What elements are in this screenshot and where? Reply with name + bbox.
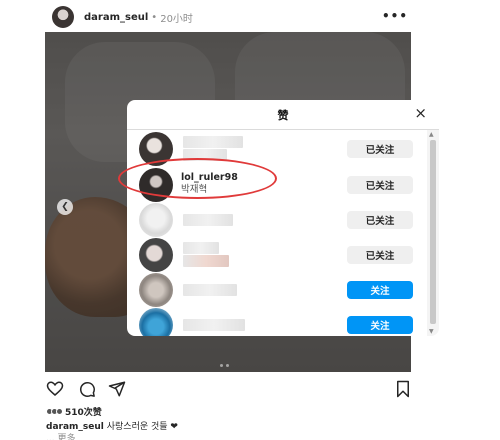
list-item[interactable]: 已关注 [127,203,425,237]
follow-button[interactable]: 关注 [347,281,413,299]
list-item[interactable]: 关注 [127,308,425,336]
author-avatar[interactable] [52,6,74,28]
following-button[interactable]: 已关注 [347,211,413,229]
post-actions [44,380,416,400]
user-avatar[interactable] [139,203,173,237]
heart-icon[interactable] [46,380,64,398]
bookmark-icon[interactable] [394,380,412,398]
blurred-username [183,136,243,148]
modal-title: 赞 [277,108,289,122]
blurred-username [183,319,245,331]
following-button[interactable]: 已关注 [347,140,413,158]
more-link[interactable]: ... 更多 [46,431,75,440]
blurred-fullname [183,255,229,267]
user-avatar[interactable] [139,273,173,307]
following-button[interactable]: 已关注 [347,246,413,264]
scroll-up-icon[interactable]: ▲ [429,131,434,138]
comment-icon[interactable] [78,380,96,398]
blurred-username [183,242,219,254]
author-username[interactable]: daram_seul [84,12,148,23]
list-item[interactable]: 关注 [127,273,425,307]
likes-count[interactable]: 510次赞 [65,405,102,418]
follow-button[interactable]: 关注 [347,316,413,334]
caption-text: 사랑스러운 것들 ❤ [106,422,178,432]
liker-avatars [46,408,63,415]
more-options-icon[interactable]: ••• [382,9,408,23]
user-avatar[interactable] [139,308,173,336]
close-icon[interactable]: × [414,106,427,121]
blurred-username [183,214,233,226]
list-item[interactable]: 已关注 [127,238,425,272]
likes-summary[interactable]: 510次赞 [46,405,102,418]
following-button[interactable]: 已关注 [347,176,413,194]
scrollbar[interactable]: ▲ ▼ [427,130,439,336]
scroll-down-icon[interactable]: ▼ [429,328,434,335]
share-icon[interactable] [108,380,126,398]
post-header: daram_seul • 20小时 ••• [44,4,416,30]
blurred-username [183,284,237,296]
user-avatar[interactable] [139,238,173,272]
separator-dot: • [151,11,158,23]
post-time: 20小时 [160,13,193,25]
highlight-annotation [118,158,277,199]
likes-modal: 赞 × 已关注 lol_ruler98 박재혁 已关注 已关注 已关注 关注 关… [127,100,439,336]
carousel-prev-icon[interactable]: ❮ [57,199,73,215]
scroll-thumb[interactable] [430,140,436,324]
carousel-dots [220,364,229,367]
modal-header: 赞 × [127,100,439,130]
